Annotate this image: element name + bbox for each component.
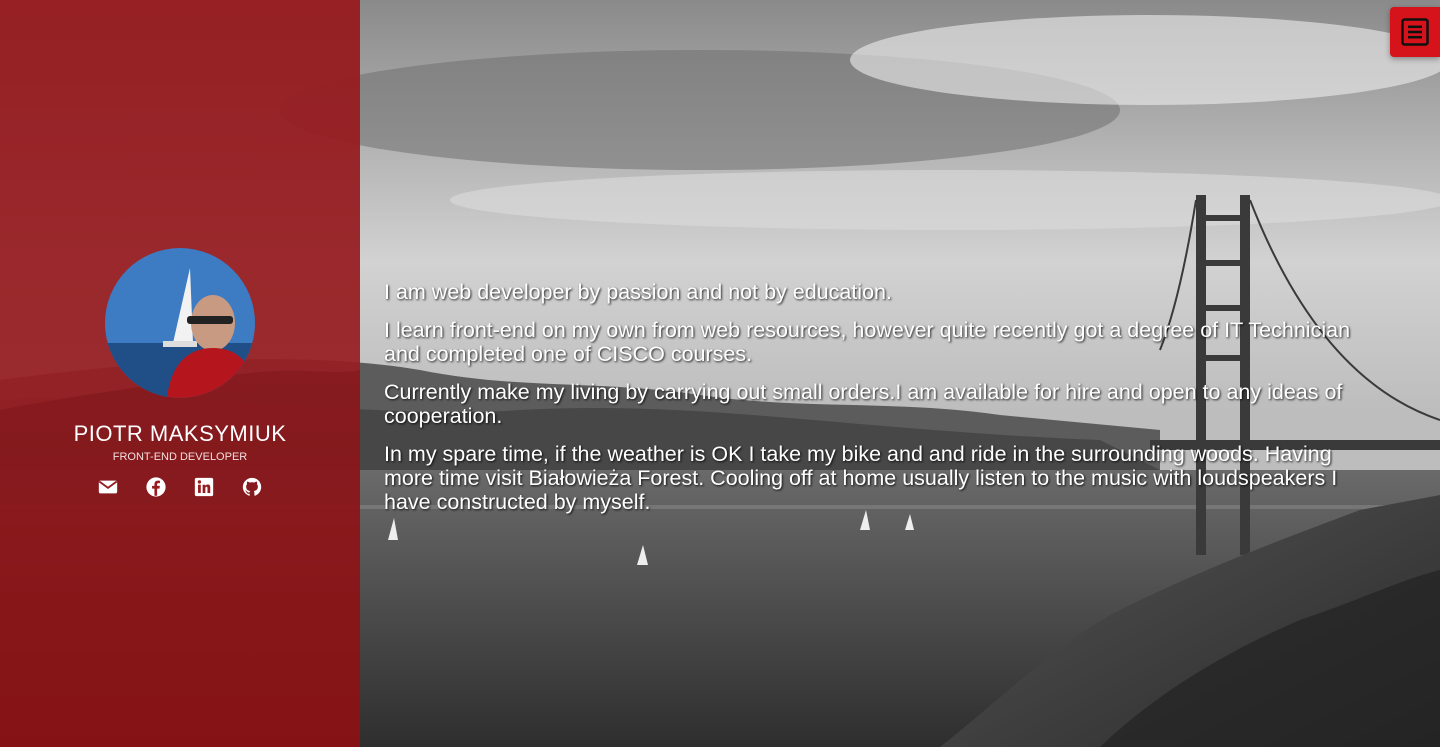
email-link[interactable] bbox=[97, 476, 119, 498]
profile-sidebar: PIOTR MAKSYMIUK FRONT-END DEVELOPER bbox=[0, 0, 360, 747]
about-paragraph: I learn front-end on my own from web res… bbox=[384, 318, 1351, 366]
menu-button[interactable] bbox=[1390, 7, 1440, 57]
envelope-icon bbox=[98, 480, 118, 494]
profile-name: PIOTR MAKSYMIUK bbox=[73, 421, 287, 446]
github-icon bbox=[242, 477, 262, 496]
about-paragraph: I am web developer by passion and not by… bbox=[384, 280, 892, 304]
linkedin-link[interactable] bbox=[193, 476, 215, 498]
about-paragraph: Currently make my living by carrying out… bbox=[384, 380, 1343, 428]
hamburger-menu-icon bbox=[1401, 18, 1429, 46]
facebook-link[interactable] bbox=[145, 476, 167, 498]
facebook-icon bbox=[146, 477, 166, 497]
github-link[interactable] bbox=[241, 476, 263, 498]
avatar bbox=[105, 248, 255, 398]
about-section: I am web developer by passion and not by… bbox=[384, 280, 1384, 528]
about-paragraph: In my spare time, if the weather is OK I… bbox=[384, 442, 1338, 514]
social-links bbox=[0, 476, 360, 498]
linkedin-icon bbox=[194, 477, 214, 497]
profile-role: FRONT-END DEVELOPER bbox=[112, 451, 248, 463]
